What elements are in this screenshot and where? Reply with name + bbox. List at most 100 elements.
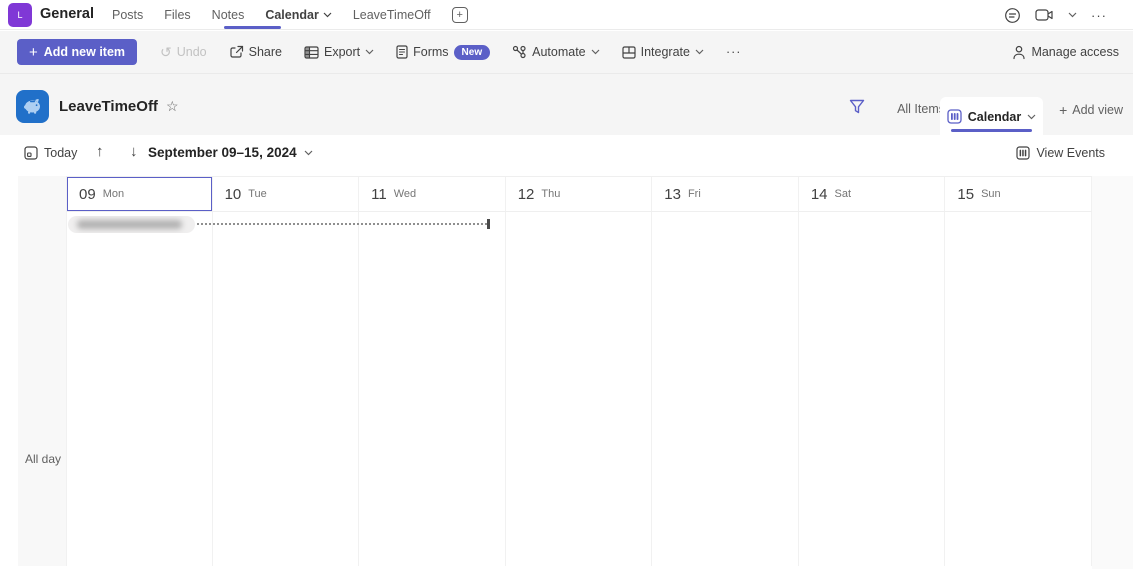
- view-tab-calendar[interactable]: Calendar: [940, 97, 1043, 136]
- day-column-thu[interactable]: [505, 212, 653, 566]
- topbar-actions: ···: [1004, 0, 1107, 30]
- chat-icon[interactable]: [1004, 7, 1021, 24]
- day-column-tue[interactable]: [212, 212, 360, 566]
- date-range-picker[interactable]: September 09–15, 2024: [148, 145, 313, 160]
- day-column-fri[interactable]: [652, 212, 799, 566]
- active-tab-underline: [224, 26, 281, 29]
- day-number: 09: [79, 185, 96, 203]
- undo-icon: ↺: [160, 43, 172, 60]
- channel-tab-list: Posts Files Notes Calendar LeaveTimeOff …: [112, 0, 468, 30]
- day-header-thu[interactable]: 12 Thu: [505, 177, 653, 211]
- all-items-label: All Items: [897, 102, 945, 116]
- toolbar-overflow-label: ···: [725, 45, 742, 59]
- tab-posts[interactable]: Posts: [112, 8, 143, 22]
- add-view-button[interactable]: + Add view: [1059, 102, 1123, 118]
- view-events-label: View Events: [1036, 146, 1105, 160]
- share-icon: [229, 45, 244, 59]
- day-header-wed[interactable]: 11 Wed: [359, 177, 506, 211]
- channel-avatar[interactable]: L: [8, 3, 32, 27]
- tab-files-label: Files: [164, 8, 191, 22]
- integrate-label: Integrate: [640, 45, 690, 59]
- calendar-today-icon: [24, 146, 38, 160]
- manage-access-button[interactable]: Manage access: [1012, 31, 1119, 73]
- previous-week-arrow[interactable]: ↑: [96, 143, 104, 160]
- chevron-down-icon: [695, 49, 704, 55]
- plus-icon: +: [29, 43, 38, 61]
- calendar-view-icon: [947, 109, 962, 124]
- day-column-sat[interactable]: [798, 212, 946, 566]
- favorite-star-icon[interactable]: ☆: [166, 98, 179, 115]
- tab-posts-label: Posts: [112, 8, 144, 22]
- tab-leavetimeoff[interactable]: LeaveTimeOff: [353, 8, 431, 22]
- day-number: 11: [371, 185, 387, 203]
- person-icon: [1012, 45, 1026, 60]
- more-options-icon[interactable]: ···: [1091, 8, 1107, 23]
- next-week-arrow[interactable]: ↓: [130, 143, 138, 160]
- day-header-sun[interactable]: 15 Sun: [945, 177, 1092, 211]
- tab-calendar[interactable]: Calendar: [265, 8, 332, 22]
- day-abbr: Sat: [834, 188, 852, 200]
- chevron-down-icon[interactable]: [1068, 12, 1077, 18]
- filter-icon[interactable]: [849, 99, 865, 114]
- undo-label: Undo: [176, 45, 207, 59]
- event-extension-dotted-line: [197, 223, 487, 225]
- channel-avatar-initial: L: [17, 10, 23, 20]
- events-board-icon: [1016, 146, 1031, 160]
- day-abbr: Fri: [687, 188, 701, 200]
- week-grid: 09 Mon 10 Tue 11 Wed 12 Thu 13 Fri 14 Sat 15 Su…: [66, 176, 1092, 566]
- export-button[interactable]: Export: [304, 45, 374, 59]
- chevron-down-icon: [365, 49, 374, 55]
- export-table-icon: [304, 45, 319, 59]
- add-tab-icon[interactable]: +: [451, 7, 468, 23]
- undo-button[interactable]: ↺ Undo: [160, 44, 207, 61]
- view-events-button[interactable]: View Events: [1016, 146, 1105, 160]
- video-camera-icon[interactable]: [1035, 8, 1054, 22]
- day-header-tue[interactable]: 10 Tue: [212, 177, 360, 211]
- view-all-items[interactable]: All Items: [897, 102, 945, 116]
- event-resize-handle[interactable]: [487, 219, 490, 229]
- forms-button[interactable]: Forms New: [396, 44, 491, 60]
- day-column-sun[interactable]: [945, 212, 1092, 566]
- today-label: Today: [44, 146, 78, 160]
- list-header-band: LeaveTimeOff ☆ All Items Calendar + Add …: [0, 73, 1133, 136]
- plus-icon: +: [1059, 102, 1068, 118]
- tab-leavetimeoff-label: LeaveTimeOff: [352, 8, 431, 22]
- manage-access-label: Manage access: [1031, 45, 1119, 59]
- day-header-mon[interactable]: 09 Mon: [66, 177, 213, 211]
- tab-files[interactable]: Files: [164, 8, 190, 22]
- add-view-label: Add view: [1072, 103, 1123, 117]
- day-header-sat[interactable]: 14 Sat: [798, 177, 946, 211]
- day-abbr: Sun: [981, 188, 1001, 200]
- channel-name: General: [40, 6, 94, 22]
- day-number: 14: [810, 185, 828, 203]
- toolbar-overflow-button[interactable]: ···: [726, 45, 742, 59]
- day-header-fri[interactable]: 13 Fri: [652, 177, 799, 211]
- add-new-item-button[interactable]: + Add new item: [17, 39, 138, 65]
- tab-notes[interactable]: Notes: [212, 8, 245, 22]
- tab-calendar-label: Calendar: [265, 8, 319, 22]
- day-column-mon[interactable]: [66, 212, 213, 566]
- view-tab-underline: [951, 129, 1032, 132]
- chevron-down-icon: [1027, 114, 1036, 120]
- down-arrow-icon: ↓: [130, 143, 138, 160]
- integrate-button[interactable]: Integrate: [622, 45, 704, 59]
- automate-label: Automate: [532, 45, 586, 59]
- list-title-row: LeaveTimeOff ☆: [59, 98, 179, 115]
- share-button[interactable]: Share: [229, 45, 282, 59]
- today-button[interactable]: Today: [24, 146, 77, 160]
- view-tab-label: Calendar: [967, 109, 1022, 124]
- forms-label: Forms: [413, 45, 449, 59]
- day-abbr: Wed: [393, 188, 417, 200]
- piggy-bank-icon: [24, 98, 40, 114]
- event-blurred-text: [77, 220, 182, 229]
- integrate-grid-icon: [622, 45, 636, 59]
- all-day-label: All day: [25, 452, 62, 466]
- day-column-wed[interactable]: [359, 212, 506, 566]
- event-bar-redacted[interactable]: [68, 216, 195, 233]
- share-label: Share: [248, 45, 282, 59]
- day-number: 15: [957, 185, 975, 203]
- automate-button[interactable]: Automate: [512, 45, 600, 59]
- day-abbr: Thu: [541, 188, 561, 200]
- day-abbr: Tue: [248, 188, 267, 200]
- day-number: 12: [517, 185, 535, 203]
